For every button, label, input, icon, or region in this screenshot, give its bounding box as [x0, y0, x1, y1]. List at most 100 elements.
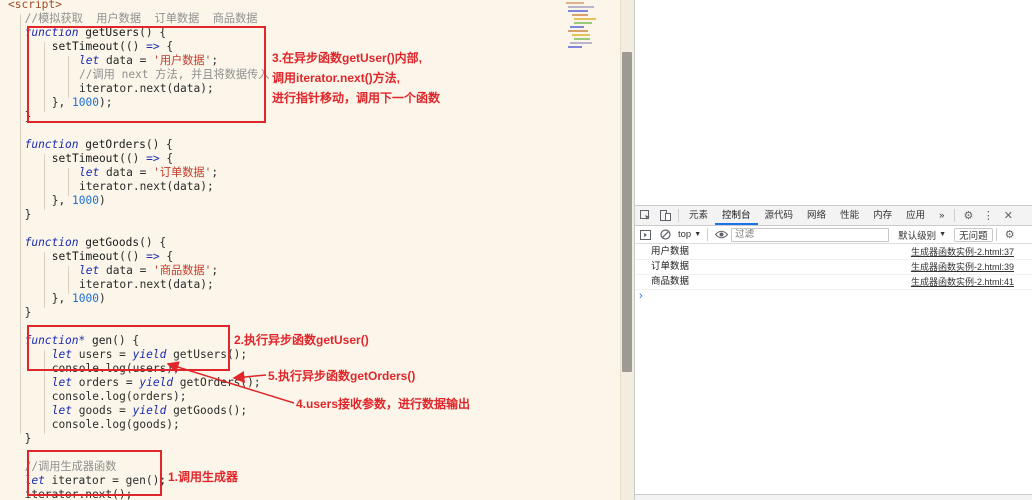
code-token: getOrders	[78, 138, 146, 151]
code-token: yield	[139, 376, 174, 389]
code-token: {	[159, 152, 174, 165]
console-prompt[interactable]: ›	[639, 290, 643, 302]
code-token: (()	[119, 250, 147, 263]
log-level-value: 默认级别	[898, 230, 937, 242]
code-token: orders =	[72, 376, 140, 389]
code-token: =>	[146, 152, 160, 165]
annotation-step3-line2: 调用iterator.next()方法,	[272, 71, 401, 85]
code-line: }, 1000)	[8, 194, 106, 208]
console-filter-bar: top ▼ 默认级别 ▼ 无问题 ⚙	[635, 226, 1032, 244]
kebab-menu-icon[interactable]: ⋮	[978, 206, 998, 225]
code-editor[interactable]: <script>//模拟获取 用户数据 订单数据 商品数据 function ge…	[0, 0, 634, 500]
code-token: let	[79, 166, 100, 179]
devtools-tabs: 元素 控制台 源代码 网络 性能 内存 应用	[682, 206, 932, 225]
annotation-step5: 5.执行异步函数getOrders()	[268, 369, 416, 383]
sidebar-toggle-icon[interactable]	[635, 225, 655, 244]
code-line: function getGoods() {	[8, 236, 166, 250]
minimap[interactable]	[560, 0, 620, 60]
code-token: =>	[146, 250, 160, 263]
code-token: goods =	[72, 404, 133, 417]
console-message-text: 订单数据	[651, 261, 690, 272]
code-line: <script>	[8, 0, 62, 12]
tab-3[interactable]: 网络	[800, 206, 833, 225]
code-token: ;	[211, 166, 219, 179]
console-message-source-link[interactable]: 生成器函数实例-2.html:39	[911, 260, 1014, 274]
annotation-step4: 4.users接收参数，进行数据输出	[296, 397, 471, 411]
code-token: getOrders();	[173, 376, 261, 389]
code-line: function getOrders() {	[8, 138, 173, 152]
tab-5[interactable]: 内存	[866, 206, 899, 225]
code-token: console.log(goods);	[51, 418, 180, 431]
annotation-box-gen	[27, 325, 230, 371]
code-token: '订单数据'	[153, 166, 212, 179]
console-message-source-link[interactable]: 生成器函数实例-2.html:41	[911, 275, 1014, 289]
close-icon[interactable]: ✕	[998, 206, 1018, 225]
annotation-box-getusers	[27, 26, 266, 123]
code-line: let data = '订单数据';	[8, 166, 218, 180]
tab-6[interactable]: 应用	[899, 206, 932, 225]
clear-console-icon[interactable]	[655, 225, 675, 244]
code-token: )	[98, 292, 106, 305]
chevron-down-icon: ▼	[939, 231, 947, 238]
eye-icon[interactable]	[711, 225, 731, 244]
editor-scrollbar-thumb[interactable]	[622, 52, 632, 372]
code-token: function	[24, 236, 79, 249]
annotation-step3-line1: 3.在异步函数getUser()内部,	[272, 51, 423, 65]
indent-guide	[44, 252, 45, 308]
code-line: iterator.next(data);	[8, 180, 214, 194]
code-token: {	[159, 250, 174, 263]
code-token: iterator.next(data);	[79, 278, 214, 291]
code-token: let	[51, 376, 73, 389]
drawer-tabs-strip	[635, 494, 1032, 500]
tab-2[interactable]: 源代码	[758, 206, 801, 225]
code-token: setTimeout	[51, 152, 120, 165]
indent-guide	[44, 154, 45, 210]
code-token: (()	[119, 152, 147, 165]
code-token: let	[79, 264, 100, 277]
code-token: iterator.next(data);	[79, 180, 214, 193]
devtools-toolbar: 元素 控制台 源代码 网络 性能 内存 应用 » ⚙ ⋮ ✕	[635, 205, 1032, 226]
devtools-panel: 元素控制台源代码网络性能内存应用 » ⚙ ⋮ ✕ top ▼ 默认级别 ▼ 无问…	[634, 0, 1032, 500]
code-line: iterator.next(data);	[8, 278, 214, 292]
page-viewport	[635, 0, 1032, 205]
console-message-text: 用户数据	[651, 246, 690, 257]
console-message: 商品数据 生成器函数实例-2.html:41	[635, 275, 1032, 290]
context-selector[interactable]: top ▼	[675, 228, 704, 242]
console-filter-input[interactable]	[731, 227, 890, 242]
code-token: getGoods();	[166, 404, 248, 417]
code-token: )	[98, 194, 106, 207]
log-level-selector[interactable]: 默认级别 ▼	[894, 228, 950, 242]
tab-0[interactable]: 元素	[682, 206, 715, 225]
console-message-text: 商品数据	[651, 276, 690, 287]
indent-guide	[20, 14, 21, 434]
tab-4[interactable]: 性能	[833, 206, 866, 225]
code-line: }, 1000)	[8, 292, 106, 306]
console-settings-gear-icon[interactable]: ⚙	[1000, 225, 1020, 244]
device-toolbar-icon[interactable]	[655, 206, 675, 225]
code-line: console.log(goods);	[8, 418, 180, 432]
console-message-source-link[interactable]: 生成器函数实例-2.html:37	[911, 245, 1014, 259]
code-line: //模拟获取 用户数据 订单数据 商品数据	[8, 12, 258, 26]
inspect-element-icon[interactable]	[635, 206, 655, 225]
code-token: () {	[139, 236, 167, 249]
code-token: let	[51, 404, 73, 417]
code-token: }	[24, 208, 32, 221]
code-token: 1000	[72, 292, 99, 305]
issues-button[interactable]: 无问题	[954, 227, 993, 242]
code-line: console.log(orders);	[8, 390, 187, 404]
indent-guide	[68, 168, 69, 196]
indent-guide	[68, 266, 69, 294]
code-token: ;	[211, 264, 219, 277]
context-selector-value: top	[678, 229, 692, 240]
tab-1[interactable]: 控制台	[715, 206, 758, 225]
code-token: () {	[145, 138, 173, 151]
code-token: data =	[99, 264, 154, 277]
annotation-box-call	[27, 450, 162, 496]
console-message: 用户数据 生成器函数实例-2.html:37	[635, 245, 1032, 260]
code-token: function	[24, 138, 79, 151]
more-tabs-button[interactable]: »	[932, 206, 951, 225]
chevron-down-icon: ▼	[694, 231, 702, 238]
gear-icon[interactable]: ⚙	[958, 206, 978, 225]
code-token: <script>	[8, 0, 62, 11]
annotation-step3-line3: 进行指针移动，调用下一个函数	[272, 91, 441, 105]
